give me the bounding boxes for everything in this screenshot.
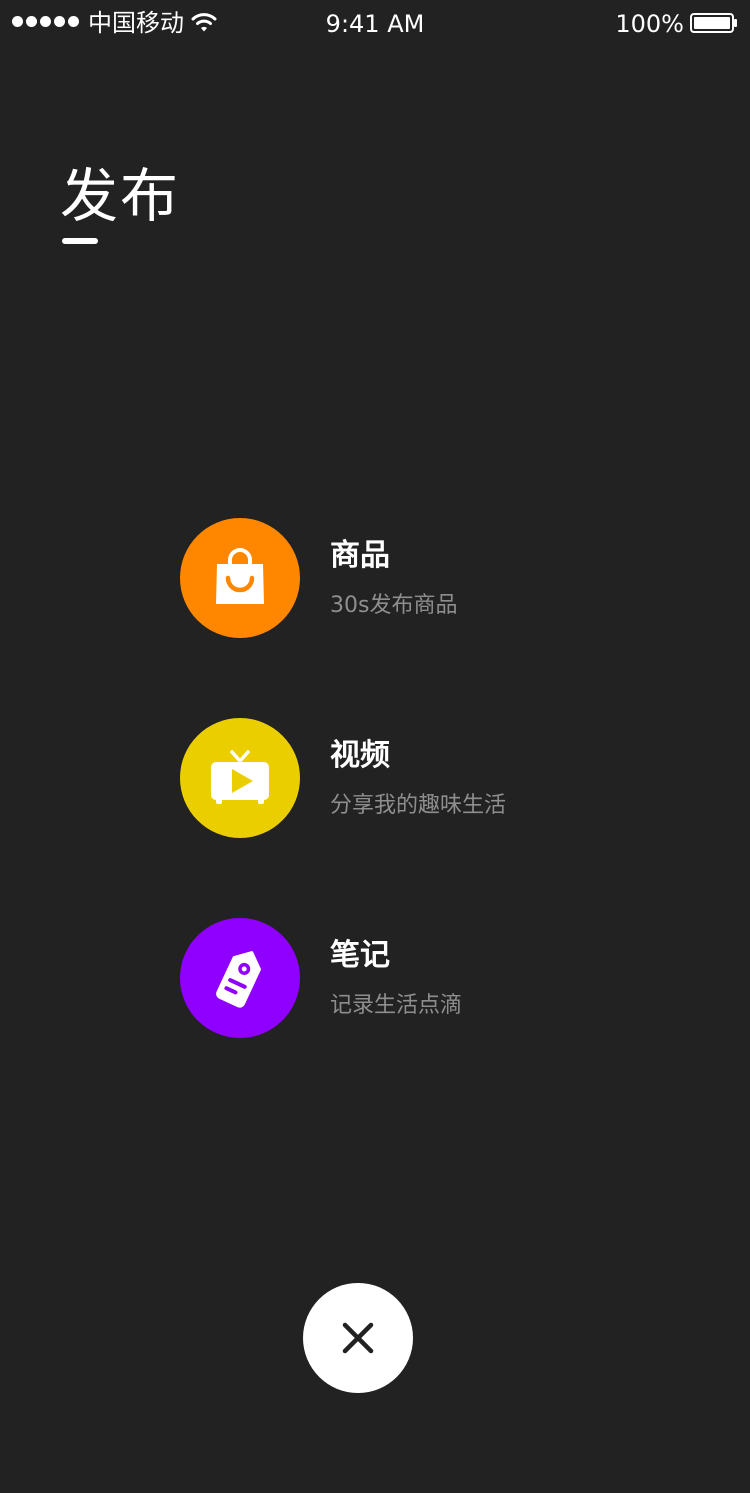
publish-video-option[interactable]: 视频 分享我的趣味生活 xyxy=(180,718,600,838)
option-description: 记录生活点滴 xyxy=(330,993,463,1018)
status-bar: 中国移动 9:41 AM 100% xyxy=(0,0,750,46)
shopping-bag-icon xyxy=(216,548,264,604)
option-description: 30s发布商品 xyxy=(330,593,458,618)
option-description: 分享我的趣味生活 xyxy=(330,793,507,818)
tag-note-icon xyxy=(216,951,261,1008)
tv-play-icon xyxy=(211,750,269,804)
title-underline xyxy=(62,238,98,244)
page-title: 发布 xyxy=(60,162,181,230)
option-title: 笔记 xyxy=(330,938,390,973)
publish-product-option[interactable]: 商品 30s发布商品 xyxy=(180,518,600,638)
close-icon xyxy=(342,1322,374,1354)
option-title: 商品 xyxy=(330,538,390,573)
publish-note-option[interactable]: 笔记 记录生活点滴 xyxy=(180,918,600,1038)
product-icon-circle xyxy=(180,518,300,638)
video-icon-circle xyxy=(180,718,300,838)
battery-icon xyxy=(690,13,737,33)
close-button[interactable] xyxy=(303,1283,413,1393)
battery-percentage: 100% xyxy=(615,10,684,38)
note-icon-circle xyxy=(180,918,300,1038)
option-title: 视频 xyxy=(330,738,390,773)
